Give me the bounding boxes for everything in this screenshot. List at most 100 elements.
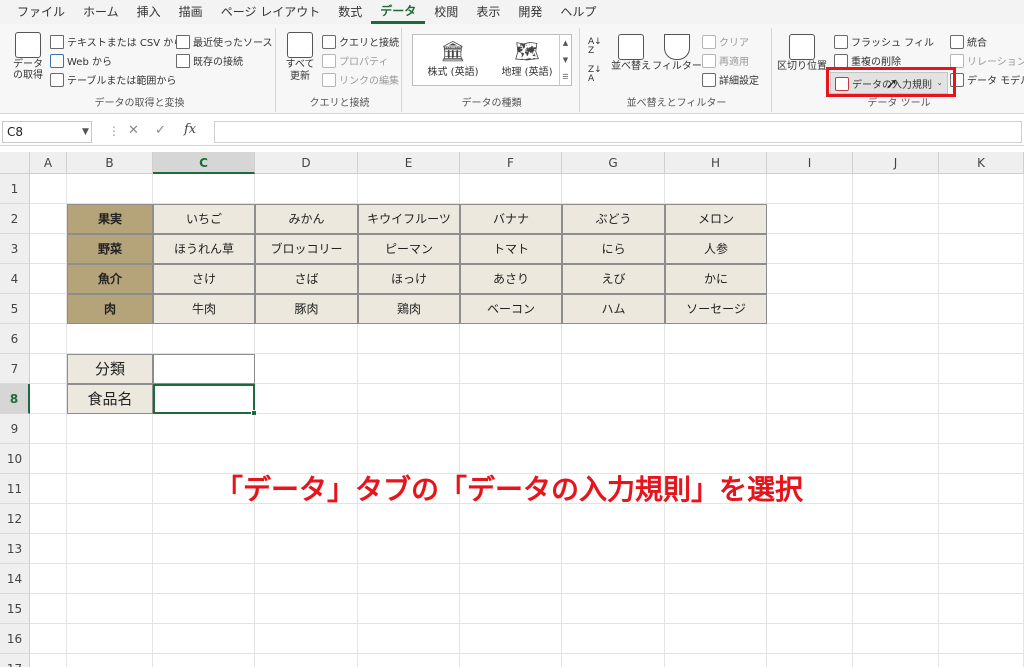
food-item-cell[interactable]: あさり — [460, 264, 562, 294]
column-header-f[interactable]: F — [460, 152, 562, 174]
food-item-cell[interactable]: 豚肉 — [255, 294, 358, 324]
tab-developer[interactable]: 開発 — [509, 0, 551, 24]
gallery-scroll[interactable]: ▲ ▼ ☰ — [559, 35, 571, 85]
row-header-4[interactable]: 4 — [0, 264, 30, 294]
column-header-g[interactable]: G — [562, 152, 665, 174]
food-item-cell[interactable]: トマト — [460, 234, 562, 264]
food-item-cell[interactable]: ぶどう — [562, 204, 665, 234]
tab-formulas[interactable]: 数式 — [329, 0, 371, 24]
name-box[interactable]: C8 — [2, 121, 92, 143]
reapply-button[interactable]: 再適用 — [702, 53, 749, 68]
label-food-name-cell[interactable]: 食品名 — [67, 384, 153, 414]
food-item-cell[interactable]: ほうれん草 — [153, 234, 255, 264]
select-all-corner[interactable] — [0, 152, 30, 174]
food-item-cell[interactable]: いちご — [153, 204, 255, 234]
label-category-cell[interactable]: 分類 — [67, 354, 153, 384]
food-item-cell[interactable]: みかん — [255, 204, 358, 234]
row-header-14[interactable]: 14 — [0, 564, 30, 594]
food-item-cell[interactable]: さば — [255, 264, 358, 294]
tab-file[interactable]: ファイル — [8, 0, 74, 24]
fill-handle[interactable] — [251, 410, 257, 416]
food-item-cell[interactable]: かに — [665, 264, 767, 294]
category-cell[interactable]: 野菜 — [67, 234, 153, 264]
food-item-cell[interactable]: ピーマン — [358, 234, 460, 264]
advanced-filter-button[interactable]: 詳細設定 — [702, 72, 759, 87]
row-header-8[interactable]: 8 — [0, 384, 30, 414]
tab-review[interactable]: 校閲 — [425, 0, 467, 24]
sort-ascending-button[interactable]: A↓ Z — [588, 38, 604, 56]
queries-connections-button[interactable]: クエリと接続 — [322, 34, 399, 49]
row-header-11[interactable]: 11 — [0, 474, 30, 504]
tab-help[interactable]: ヘルプ — [551, 0, 605, 24]
column-header-k[interactable]: K — [939, 152, 1024, 174]
food-item-cell[interactable]: 人参 — [665, 234, 767, 264]
food-item-cell[interactable]: ベーコン — [460, 294, 562, 324]
row-header-12[interactable]: 12 — [0, 504, 30, 534]
filter-button[interactable]: フィルター — [652, 34, 702, 72]
tab-page-layout[interactable]: ページ レイアウト — [212, 0, 330, 24]
food-item-cell[interactable]: バナナ — [460, 204, 562, 234]
column-header-i[interactable]: I — [767, 152, 853, 174]
category-input-cell[interactable] — [153, 354, 255, 384]
column-header-j[interactable]: J — [853, 152, 939, 174]
check-icon[interactable]: ✓ — [155, 123, 166, 138]
row-header-6[interactable]: 6 — [0, 324, 30, 354]
food-item-cell[interactable]: にら — [562, 234, 665, 264]
from-web-button[interactable]: Web から — [50, 53, 112, 68]
tab-draw[interactable]: 描画 — [170, 0, 212, 24]
food-name-input-cell[interactable] — [153, 384, 255, 414]
food-item-cell[interactable]: えび — [562, 264, 665, 294]
text-to-columns-button[interactable]: 区切り位置 — [777, 34, 827, 72]
formula-input[interactable] — [214, 121, 1022, 143]
tab-home[interactable]: ホーム — [74, 0, 128, 24]
row-header-16[interactable]: 16 — [0, 624, 30, 654]
category-cell[interactable]: 魚介 — [67, 264, 153, 294]
chevron-down-icon[interactable]: ▼ — [82, 121, 89, 143]
geography-data-type-button[interactable]: 🗺 地理 (英語) — [491, 39, 563, 78]
food-item-cell[interactable]: ハム — [562, 294, 665, 324]
food-item-cell[interactable]: ほっけ — [358, 264, 460, 294]
relationships-button[interactable]: リレーションシップ — [950, 53, 1024, 68]
row-header-10[interactable]: 10 — [0, 444, 30, 474]
tab-insert[interactable]: 挿入 — [128, 0, 170, 24]
column-header-e[interactable]: E — [358, 152, 460, 174]
edit-links-button[interactable]: リンクの編集 — [322, 72, 399, 87]
column-header-d[interactable]: D — [255, 152, 358, 174]
tab-data[interactable]: データ — [371, 0, 426, 24]
row-header-3[interactable]: 3 — [0, 234, 30, 264]
row-header-13[interactable]: 13 — [0, 534, 30, 564]
food-item-cell[interactable]: さけ — [153, 264, 255, 294]
get-data-button[interactable]: データの取得 — [8, 32, 48, 81]
food-item-cell[interactable]: 牛肉 — [153, 294, 255, 324]
category-cell[interactable]: 果実 — [67, 204, 153, 234]
row-header-17[interactable]: 17 — [0, 654, 30, 667]
flash-fill-button[interactable]: フラッシュ フィル — [834, 34, 934, 49]
clear-filter-button[interactable]: クリア — [702, 34, 749, 49]
food-item-cell[interactable]: ブロッコリー — [255, 234, 358, 264]
refresh-all-button[interactable]: すべて 更新 — [282, 32, 318, 82]
category-cell[interactable]: 肉 — [67, 294, 153, 324]
data-model-button[interactable]: データ モデルの — [950, 72, 1024, 87]
row-header-15[interactable]: 15 — [0, 594, 30, 624]
consolidate-button[interactable]: 統合 — [950, 34, 987, 49]
row-header-9[interactable]: 9 — [0, 414, 30, 444]
sort-descending-button[interactable]: Z↓ A — [588, 66, 604, 84]
insert-function-icon[interactable]: fx — [184, 122, 196, 137]
food-item-cell[interactable]: 鶏肉 — [358, 294, 460, 324]
cancel-icon[interactable]: ✕ — [128, 123, 139, 138]
remove-duplicates-button[interactable]: 重複の削除 — [834, 53, 901, 68]
row-header-2[interactable]: 2 — [0, 204, 30, 234]
column-header-a[interactable]: A — [30, 152, 67, 174]
from-text-csv-button[interactable]: テキストまたは CSV から — [50, 34, 183, 49]
column-header-h[interactable]: H — [665, 152, 767, 174]
food-item-cell[interactable]: メロン — [665, 204, 767, 234]
food-item-cell[interactable]: ソーセージ — [665, 294, 767, 324]
column-header-c[interactable]: C — [153, 152, 255, 174]
properties-button[interactable]: プロパティ — [322, 53, 388, 68]
existing-connections-button[interactable]: 既存の接続 — [176, 53, 243, 68]
row-header-1[interactable]: 1 — [0, 174, 30, 204]
recent-sources-button[interactable]: 最近使ったソース — [176, 34, 273, 49]
tab-view[interactable]: 表示 — [467, 0, 509, 24]
worksheet-grid[interactable]: 果実 いちご みかん キウイフルーツ バナナ ぶどう メロン 野菜 ほうれん草 ブロッコリー ピーマ… — [30, 174, 1024, 667]
from-table-range-button[interactable]: テーブルまたは範囲から — [50, 72, 176, 87]
